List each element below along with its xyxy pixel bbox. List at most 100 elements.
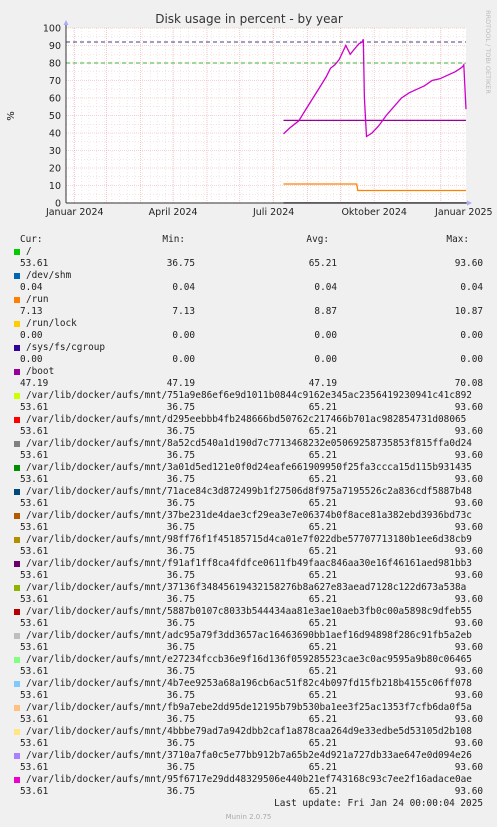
value-avg: 65.21 xyxy=(308,714,337,725)
value-avg: 8.87 xyxy=(314,306,337,317)
legend-label: /run xyxy=(26,294,49,305)
header-max: Max: xyxy=(446,234,469,245)
legend-swatch xyxy=(14,321,20,327)
value-min: 36.75 xyxy=(166,474,195,485)
value-max: 93.60 xyxy=(454,474,483,485)
legend-values: 53.61 36.75 65.21 93.60 xyxy=(0,546,497,558)
legend-item: /var/lib/docker/aufs/mnt/98ff76f1f451857… xyxy=(0,534,497,546)
rrdtool-watermark: RRDTOOL / TOBI OETIKER xyxy=(484,10,492,94)
value-avg: 65.21 xyxy=(308,666,337,677)
value-min: 7.13 xyxy=(172,306,195,317)
legend-label: /var/lib/docker/aufs/mnt/4bbbe79ad7a942d… xyxy=(26,726,472,737)
legend-label: /var/lib/docker/aufs/mnt/adc95a79f3dd365… xyxy=(26,630,472,641)
value-min: 36.75 xyxy=(166,786,195,797)
value-avg: 0.00 xyxy=(314,330,337,341)
value-avg: 65.21 xyxy=(308,450,337,461)
value-min: 36.75 xyxy=(166,738,195,749)
y-tick-label: 80 xyxy=(49,59,61,70)
legend-label: / xyxy=(26,246,32,257)
value-max: 93.60 xyxy=(454,522,483,533)
value-avg: 65.21 xyxy=(308,594,337,605)
value-max: 93.60 xyxy=(454,498,483,509)
value-max: 93.60 xyxy=(454,546,483,557)
legend-swatch xyxy=(14,345,20,351)
legend-item: /var/lib/docker/aufs/mnt/f91af1ff8ca4fdf… xyxy=(0,558,497,570)
value-avg: 65.21 xyxy=(308,786,337,797)
value-avg: 65.21 xyxy=(308,642,337,653)
legend-label: /var/lib/docker/aufs/mnt/37be231de4dae3c… xyxy=(26,510,472,521)
y-tick-label: 40 xyxy=(49,129,61,140)
value-avg: 65.21 xyxy=(308,474,337,485)
value-max: 70.08 xyxy=(454,378,483,389)
legend-swatch xyxy=(14,369,20,375)
legend-swatch xyxy=(14,657,20,663)
value-min: 36.75 xyxy=(166,594,195,605)
value-cur: 0.04 xyxy=(20,282,43,293)
value-cur: 53.61 xyxy=(20,690,49,701)
legend-item: /var/lib/docker/aufs/mnt/5887b0107c8033b… xyxy=(0,606,497,618)
legend-label: /dev/shm xyxy=(26,270,72,281)
legend-values: 53.61 36.75 65.21 93.60 xyxy=(0,762,497,774)
x-tick-label: Juli 2024 xyxy=(252,207,294,218)
value-max: 0.00 xyxy=(460,330,483,341)
legend-item: /var/lib/docker/aufs/mnt/3710a7fa0c5e77b… xyxy=(0,750,497,762)
y-tick-label: 90 xyxy=(49,41,61,52)
value-cur: 53.61 xyxy=(20,594,49,605)
legend-values: 53.61 36.75 65.21 93.60 xyxy=(0,258,497,270)
legend-header: Cur: Min: Avg: Max: xyxy=(0,234,497,246)
legend-swatch xyxy=(14,777,20,783)
legend-swatch xyxy=(14,561,20,567)
legend-label: /var/lib/docker/aufs/mnt/37136f348456194… xyxy=(26,582,467,593)
value-avg: 65.21 xyxy=(308,258,337,269)
legend-label: /var/lib/docker/aufs/mnt/3a01d5ed121e0f0… xyxy=(26,462,472,473)
value-avg: 65.21 xyxy=(308,426,337,437)
legend-values: 53.61 36.75 65.21 93.60 xyxy=(0,498,497,510)
legend-swatch xyxy=(14,729,20,735)
value-max: 93.60 xyxy=(454,618,483,629)
value-min: 0.00 xyxy=(172,354,195,365)
value-min: 36.75 xyxy=(166,498,195,509)
value-max: 93.60 xyxy=(454,642,483,653)
y-axis-label: % xyxy=(6,111,17,121)
legend-label: /var/lib/docker/aufs/mnt/5887b0107c8033b… xyxy=(26,606,472,617)
value-avg: 65.21 xyxy=(308,402,337,413)
legend-values: 53.61 36.75 65.21 93.60 xyxy=(0,594,497,606)
legend-item: / xyxy=(0,246,497,258)
legend-item: /var/lib/docker/aufs/mnt/4bbbe79ad7a942d… xyxy=(0,726,497,738)
value-min: 36.75 xyxy=(166,426,195,437)
legend-label: /var/lib/docker/aufs/mnt/71ace84c3d87249… xyxy=(26,486,472,497)
value-avg: 0.00 xyxy=(314,354,337,365)
value-avg: 65.21 xyxy=(308,762,337,773)
legend-item: /boot xyxy=(0,366,497,378)
legend-label: /var/lib/docker/aufs/mnt/4b7ee9253a68a19… xyxy=(26,678,472,689)
legend-label: /var/lib/docker/aufs/mnt/e27234fccb36e9f… xyxy=(26,654,472,665)
legend-swatch xyxy=(14,705,20,711)
legend-values: 47.19 47.19 47.19 70.08 xyxy=(0,378,497,390)
legend-swatch xyxy=(14,753,20,759)
legend-values: 53.61 36.75 65.21 93.60 xyxy=(0,402,497,414)
value-min: 47.19 xyxy=(166,378,195,389)
value-avg: 65.21 xyxy=(308,570,337,581)
legend-swatch xyxy=(14,297,20,303)
legend-label: /var/lib/docker/aufs/mnt/751a9e86ef6e9d1… xyxy=(26,390,472,401)
value-max: 0.00 xyxy=(460,354,483,365)
header-min: Min: xyxy=(162,234,185,245)
legend-swatch xyxy=(14,633,20,639)
value-cur: 53.61 xyxy=(20,714,49,725)
legend-values: 53.61 36.75 65.21 93.60 xyxy=(0,666,497,678)
x-tick-label: April 2024 xyxy=(149,207,198,218)
value-min: 36.75 xyxy=(166,642,195,653)
value-cur: 0.00 xyxy=(20,354,43,365)
value-min: 36.75 xyxy=(166,762,195,773)
legend-item: /run/lock xyxy=(0,318,497,330)
legend-item: /var/lib/docker/aufs/mnt/adc95a79f3dd365… xyxy=(0,630,497,642)
legend: Cur: Min: Avg: Max:/ 53.61 36.75 65.21 93.60/de… xyxy=(0,234,497,798)
value-min: 0.00 xyxy=(172,330,195,341)
value-max: 10.87 xyxy=(454,306,483,317)
value-max: 93.60 xyxy=(454,594,483,605)
legend-swatch xyxy=(14,441,20,447)
value-avg: 47.19 xyxy=(308,378,337,389)
legend-item: /var/lib/docker/aufs/mnt/37be231de4dae3c… xyxy=(0,510,497,522)
legend-values: 53.61 36.75 65.21 93.60 xyxy=(0,618,497,630)
value-cur: 53.61 xyxy=(20,738,49,749)
